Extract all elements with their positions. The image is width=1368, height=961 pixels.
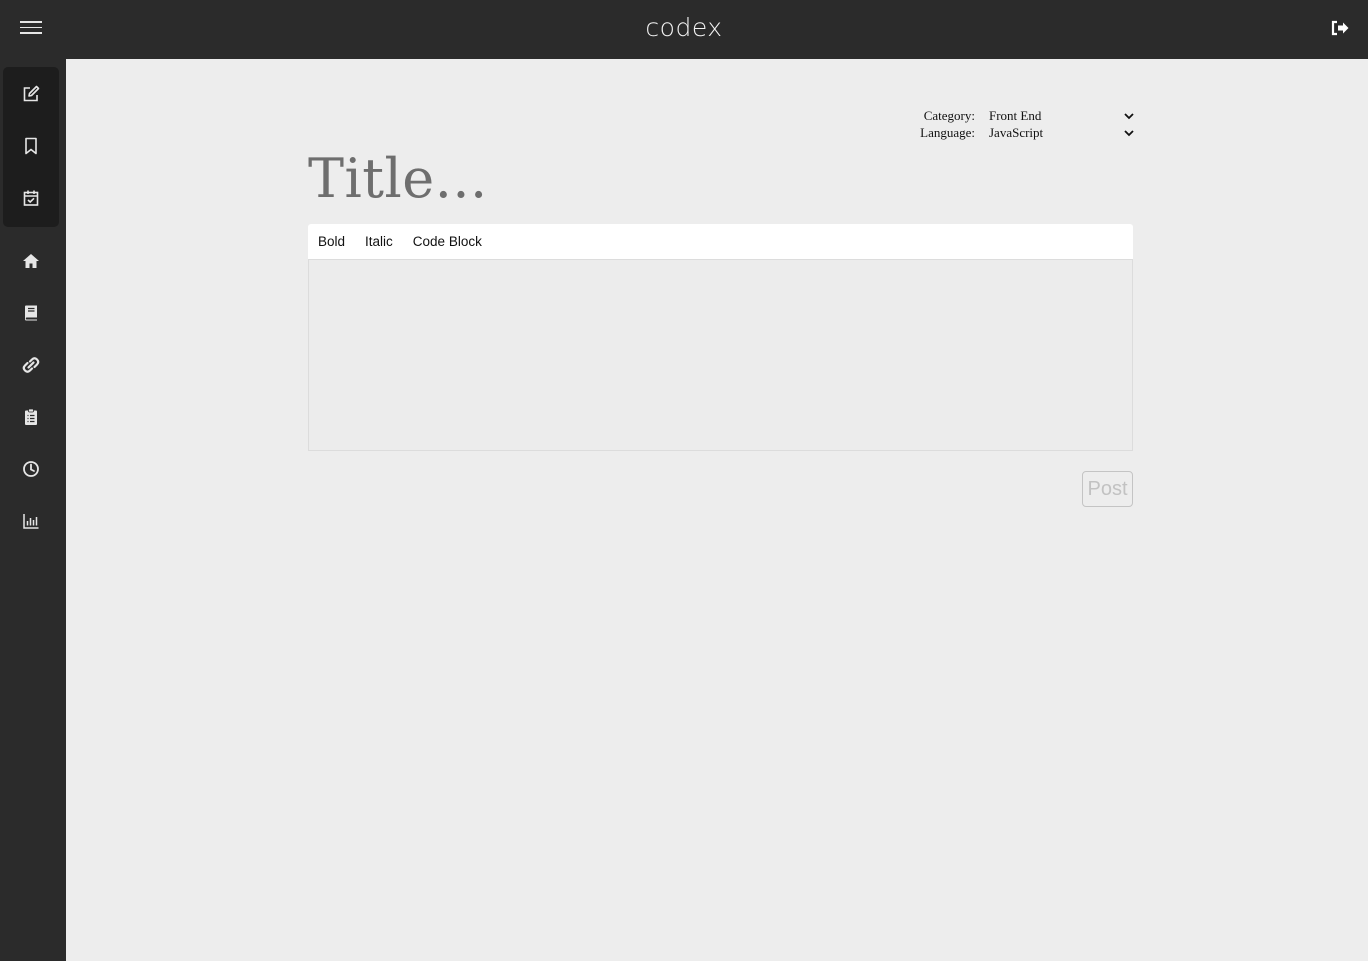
sidebar-item-bookmarks[interactable] (0, 128, 62, 164)
top-bar: codex (0, 0, 1368, 59)
chevron-down-icon (1124, 112, 1134, 119)
language-value: JavaScript (989, 124, 1044, 140)
sidebar-item-book[interactable] (0, 295, 62, 331)
link-icon (22, 357, 40, 373)
category-value: Front End (989, 107, 1042, 123)
language-row: Language: JavaScript (914, 124, 1134, 141)
category-select[interactable]: Front End (989, 108, 1134, 124)
category-label: Category: (923, 107, 975, 123)
bar-chart-icon (23, 514, 39, 529)
post-body-editor[interactable] (308, 259, 1133, 451)
language-label: Language: (920, 124, 975, 140)
editor-toolbar: Bold Italic Code Block (308, 224, 1133, 259)
edit-icon (23, 85, 40, 102)
chevron-down-icon (1124, 129, 1134, 136)
sidebar-item-clipboard[interactable] (0, 399, 62, 435)
language-select[interactable]: JavaScript (989, 125, 1134, 141)
sidebar (0, 59, 66, 961)
bold-button[interactable]: Bold (318, 234, 345, 249)
calendar-check-icon (23, 190, 39, 206)
logout-icon[interactable] (1330, 19, 1350, 37)
sidebar-item-links[interactable] (0, 347, 62, 383)
sidebar-item-home[interactable] (0, 243, 62, 279)
book-icon (25, 305, 37, 321)
main-content: Category: Front End Language: JavaScript… (66, 59, 1368, 961)
sidebar-item-new-post[interactable] (0, 76, 62, 112)
sidebar-item-history[interactable] (0, 451, 62, 487)
post-meta: Category: Front End Language: JavaScript (914, 107, 1134, 141)
italic-button[interactable]: Italic (365, 234, 393, 249)
app-logo: codex (645, 13, 723, 42)
clock-icon (23, 461, 39, 477)
home-icon (23, 254, 39, 268)
post-button[interactable]: Post (1082, 471, 1133, 507)
code-block-button[interactable]: Code Block (413, 234, 482, 249)
sidebar-item-calendar[interactable] (0, 180, 62, 216)
sidebar-item-stats[interactable] (0, 503, 62, 539)
title-input[interactable]: Title... (308, 147, 488, 210)
clipboard-list-icon (25, 408, 37, 425)
bookmark-icon (25, 137, 37, 155)
category-row: Category: Front End (914, 107, 1134, 124)
